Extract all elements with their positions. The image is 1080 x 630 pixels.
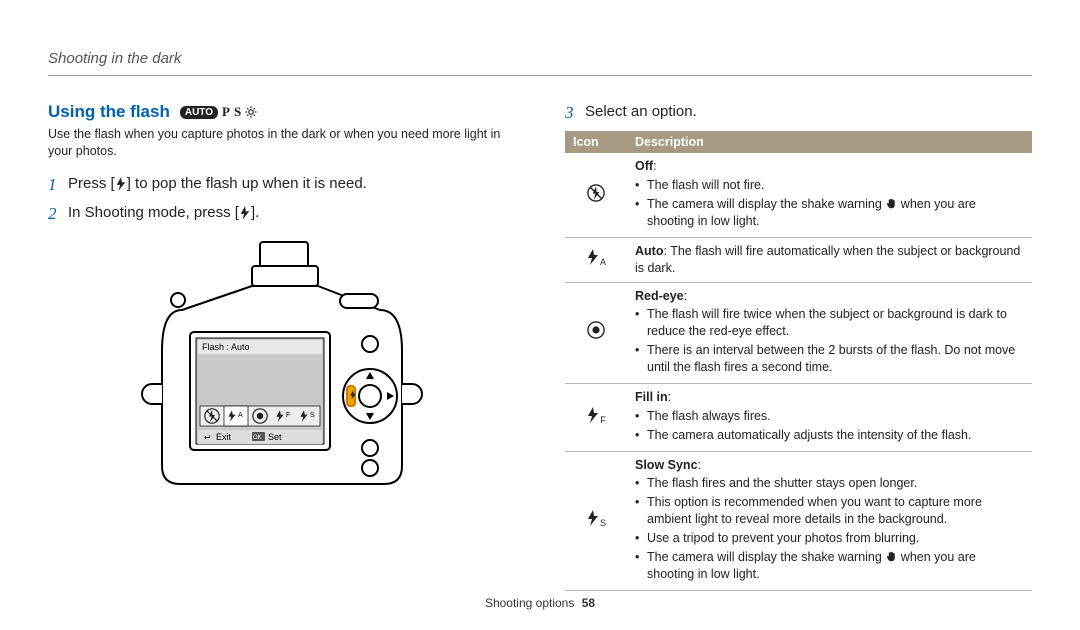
mode-s-icon: S bbox=[234, 106, 241, 119]
svg-text:OK: OK bbox=[253, 435, 262, 441]
svg-text:S: S bbox=[310, 412, 315, 419]
flash-icon bbox=[115, 177, 127, 191]
mode-icons: AUTO P S bbox=[180, 106, 257, 119]
table-row: Off: The flash will not fire. The camera… bbox=[565, 153, 1032, 237]
left-column: Using the flash AUTO P S Use the flash w… bbox=[48, 102, 515, 591]
camera-illustration: Flash : Auto A F S ↩ Exit bbox=[48, 236, 515, 509]
flash-auto-icon: A bbox=[586, 254, 606, 268]
flash-icon bbox=[239, 206, 251, 220]
options-table: Icon Description Off: The flash will not… bbox=[565, 131, 1032, 590]
step-3: 3 Select an option. bbox=[565, 102, 1032, 123]
section-intro: Use the flash when you capture photos in… bbox=[48, 126, 515, 160]
mode-p-icon: P bbox=[222, 106, 230, 119]
svg-text:F: F bbox=[286, 412, 290, 419]
mode-auto-icon: AUTO bbox=[180, 106, 218, 119]
mode-gear-icon bbox=[245, 106, 257, 119]
shake-warning-icon bbox=[885, 196, 897, 210]
breadcrumb: Shooting in the dark bbox=[48, 50, 1032, 76]
section-title-text: Using the flash bbox=[48, 102, 170, 122]
step-1: 1 Press [] to pop the flash up when it i… bbox=[48, 174, 515, 195]
table-row: S Slow Sync: The flash fires and the shu… bbox=[565, 451, 1032, 590]
shake-warning-icon bbox=[885, 549, 897, 563]
red-eye-icon bbox=[587, 328, 605, 342]
table-row: A Auto: The flash will fire automaticall… bbox=[565, 237, 1032, 282]
table-header-icon: Icon bbox=[565, 131, 627, 153]
screen-set-label: Set bbox=[268, 432, 282, 442]
flash-off-icon bbox=[587, 191, 605, 205]
slow-sync-icon: S bbox=[586, 515, 606, 529]
svg-text:A: A bbox=[238, 412, 243, 419]
fill-in-icon: F bbox=[586, 412, 606, 426]
screen-mode-label: Flash : Auto bbox=[202, 342, 250, 352]
screen-exit-label: Exit bbox=[216, 432, 232, 442]
table-row: Red-eye: The flash will fire twice when … bbox=[565, 282, 1032, 383]
section-title: Using the flash AUTO P S bbox=[48, 102, 257, 122]
step-2: 2 In Shooting mode, press []. bbox=[48, 203, 515, 224]
screen-back-icon: ↩ bbox=[204, 433, 211, 442]
right-column: 3 Select an option. Icon Description Off… bbox=[565, 102, 1032, 591]
table-header-desc: Description bbox=[627, 131, 1032, 153]
page-footer: Shooting options 58 bbox=[0, 596, 1080, 610]
table-row: F Fill in: The flash always fires. The c… bbox=[565, 383, 1032, 451]
